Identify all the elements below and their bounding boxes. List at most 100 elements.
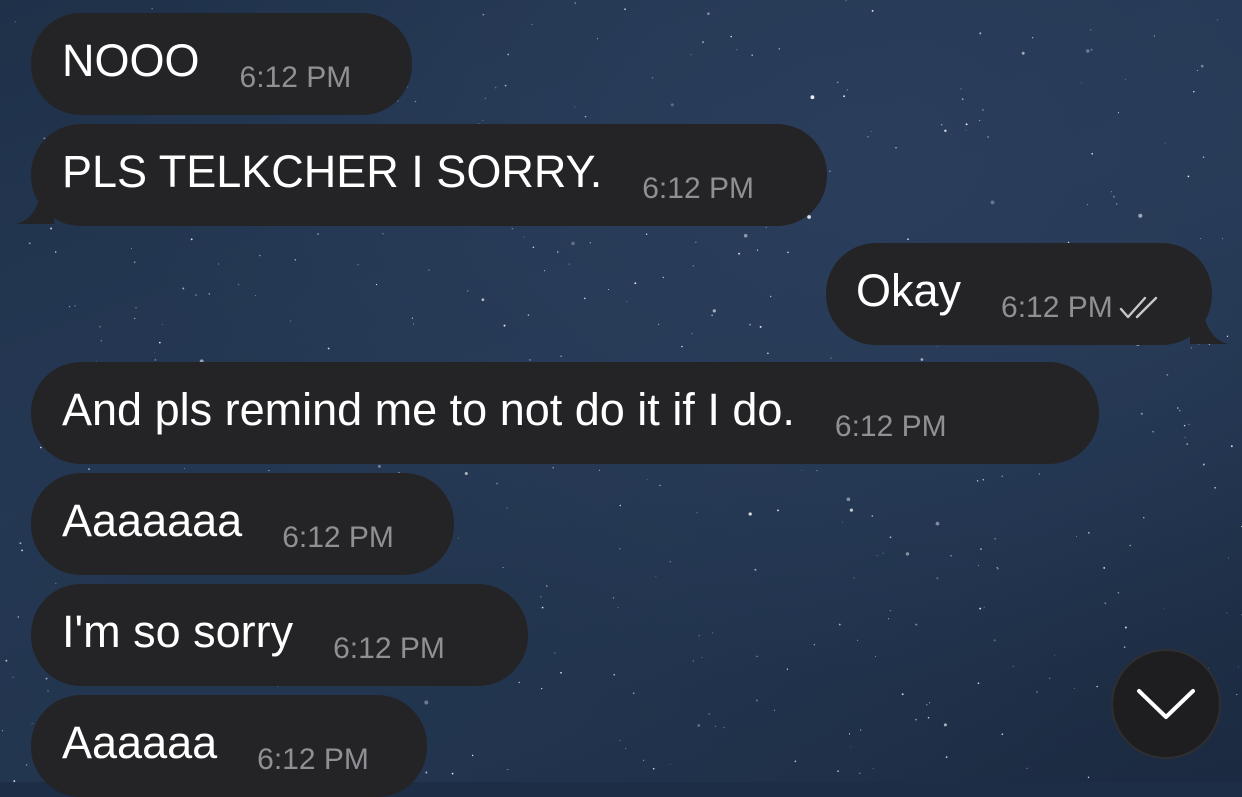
star-dot xyxy=(786,668,789,670)
star-dot xyxy=(853,577,855,579)
message-timestamp: 6:12 PM xyxy=(282,521,394,554)
star-dot xyxy=(981,108,984,111)
star-dot xyxy=(1012,665,1014,668)
star-dot xyxy=(133,261,136,264)
star-dot xyxy=(787,251,789,254)
star-dot xyxy=(571,241,575,246)
star-dot xyxy=(1236,694,1238,696)
star-dot xyxy=(1117,112,1120,114)
star-dot xyxy=(1001,733,1004,736)
star-dot xyxy=(1104,602,1107,605)
star-dot xyxy=(560,355,562,357)
star-dot xyxy=(424,700,429,705)
star-dot xyxy=(268,470,270,472)
star-dot xyxy=(871,515,874,517)
star-dot xyxy=(618,547,621,550)
star-dot xyxy=(765,226,767,228)
star-dot xyxy=(531,23,533,26)
star-dot xyxy=(940,123,943,126)
star-dot xyxy=(1124,626,1127,629)
star-dot xyxy=(190,238,193,241)
message-bubble-incoming[interactable]: NOOO 6:12 PM xyxy=(31,13,412,115)
star-dot xyxy=(47,690,49,692)
star-dot xyxy=(1153,35,1155,37)
star-dot xyxy=(237,283,240,286)
message-bubble-incoming[interactable]: I'm so sorry 6:12 PM xyxy=(31,584,528,686)
message-timestamp: 6:12 PM xyxy=(257,743,369,776)
star-dot xyxy=(993,639,996,642)
message-bubble-incoming[interactable]: PLS TELKCHER I SORRY. 6:12 PM xyxy=(31,124,827,226)
star-dot xyxy=(327,347,330,350)
star-dot xyxy=(507,53,510,56)
star-dot xyxy=(935,521,940,526)
star-dot xyxy=(130,248,132,249)
star-dot xyxy=(1087,776,1090,779)
star-dot xyxy=(875,655,877,657)
star-dot xyxy=(994,537,997,540)
star-dot xyxy=(208,293,211,295)
star-dot xyxy=(151,7,154,10)
star-dot xyxy=(976,480,979,482)
star-dot xyxy=(987,136,989,138)
star-dot xyxy=(754,568,757,571)
star-dot xyxy=(872,768,874,770)
message-timestamp: 6:12 PM xyxy=(239,61,352,94)
star-dot xyxy=(711,632,713,634)
star-dot xyxy=(134,317,136,320)
star-dot xyxy=(1001,475,1003,478)
star-dot xyxy=(842,521,844,523)
star-dot xyxy=(756,249,759,251)
star-dot xyxy=(979,607,982,610)
star-dot xyxy=(1140,412,1143,415)
star-dot xyxy=(624,8,626,11)
star-dot xyxy=(259,254,261,257)
star-dot xyxy=(707,12,710,16)
star-dot xyxy=(482,13,485,16)
message-bubble-incoming[interactable]: Aaaaaaa 6:12 PM xyxy=(31,473,454,575)
star-dot xyxy=(557,251,559,253)
star-dot xyxy=(870,130,872,132)
star-dot xyxy=(698,635,700,637)
star-dot xyxy=(589,242,591,244)
star-dot xyxy=(1202,463,1205,466)
star-dot xyxy=(560,671,562,674)
star-dot xyxy=(937,346,938,348)
message-bubble-outgoing[interactable]: Okay 6:12 PM xyxy=(826,243,1212,345)
star-dot xyxy=(496,482,498,485)
message-text: Aaaaaa xyxy=(62,716,218,768)
star-dot xyxy=(414,100,417,103)
star-dot xyxy=(876,555,878,557)
star-dot xyxy=(926,704,928,706)
star-dot xyxy=(154,358,157,361)
star-dot xyxy=(867,135,869,138)
scroll-to-bottom-button[interactable] xyxy=(1111,649,1221,759)
star-dot xyxy=(161,323,163,325)
message-bubble-incoming[interactable]: And pls remind me to not do it if I do. … xyxy=(31,362,1099,464)
star-dot xyxy=(88,468,90,470)
message-timestamp: 6:12 PM xyxy=(1001,291,1113,324)
star-dot xyxy=(619,740,621,742)
star-dot xyxy=(1217,19,1219,21)
star-dot xyxy=(397,100,399,102)
star-dot xyxy=(1031,37,1034,39)
star-dot xyxy=(694,241,697,244)
star-dot xyxy=(529,359,531,361)
star-dot xyxy=(68,305,71,308)
star-dot xyxy=(194,294,197,297)
star-dot xyxy=(977,564,980,566)
star-dot xyxy=(1230,445,1233,448)
star-dot xyxy=(1115,203,1118,205)
star-dot xyxy=(929,702,931,704)
star-dot xyxy=(651,77,654,79)
star-dot xyxy=(254,295,256,297)
star-dot xyxy=(568,263,570,265)
star-dot xyxy=(1200,64,1204,68)
star-dot xyxy=(377,464,381,468)
star-dot xyxy=(838,623,841,626)
star-dot xyxy=(428,269,430,272)
star-dot xyxy=(749,323,751,326)
star-dot xyxy=(659,484,661,487)
star-dot xyxy=(759,325,762,328)
star-dot xyxy=(708,713,710,715)
star-dot xyxy=(1178,409,1181,412)
